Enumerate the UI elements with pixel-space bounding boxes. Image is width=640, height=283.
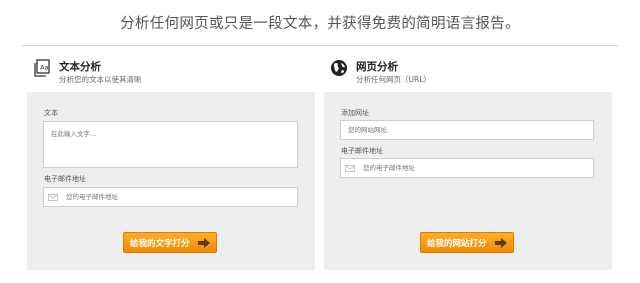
header-divider [22,45,618,46]
text-analysis-subtitle: 分析您的文本以使其清晰 [59,75,142,84]
globe-icon [331,60,347,76]
rate-text-button[interactable]: 给我的文字打分 [123,232,217,253]
web-analysis-panel: 添加网址 电子邮件地址 给我的网站打分 [324,92,612,270]
arrow-right-icon [198,238,210,248]
rate-website-button-label: 给我的网站打分 [427,238,487,249]
mail-icon [48,194,58,201]
email-field-label: 电子邮件地址 [44,175,86,183]
web-analysis-header: 网页分析 分析任何网页（URL） [324,55,612,91]
svg-text:Aa: Aa [40,64,48,72]
email-field-label: 电子邮件地址 [341,147,383,155]
url-input[interactable] [340,120,594,140]
web-analysis-subtitle: 分析任何网页（URL） [356,75,431,84]
text-input[interactable] [43,121,298,168]
text-analysis-header: Aa 文本分析 分析您的文本以使其清晰 [27,55,315,91]
web-analysis-section: 网页分析 分析任何网页（URL） 添加网址 电子邮件地址 给我的网站打分 [324,55,612,270]
email-field[interactable] [43,187,298,207]
url-field-label: 添加网址 [341,109,369,117]
web-analysis-title: 网页分析 [356,61,398,73]
text-analysis-section: Aa 文本分析 分析您的文本以使其清晰 文本 电子邮件地址 给我的文字打分 [27,55,315,270]
text-analysis-panel: 文本 电子邮件地址 给我的文字打分 [27,92,315,270]
mail-icon [345,165,355,172]
text-analysis-title: 文本分析 [59,61,101,73]
arrow-right-icon [495,238,507,248]
text-document-icon: Aa [34,59,50,77]
rate-website-button[interactable]: 给我的网站打分 [420,232,514,253]
text-field-label: 文本 [44,109,58,117]
rate-text-button-label: 给我的文字打分 [130,238,190,249]
email-field[interactable] [340,158,594,178]
page-headline: 分析任何网页或只是一段文本，并获得免费的简明语言报告。 [120,16,520,32]
